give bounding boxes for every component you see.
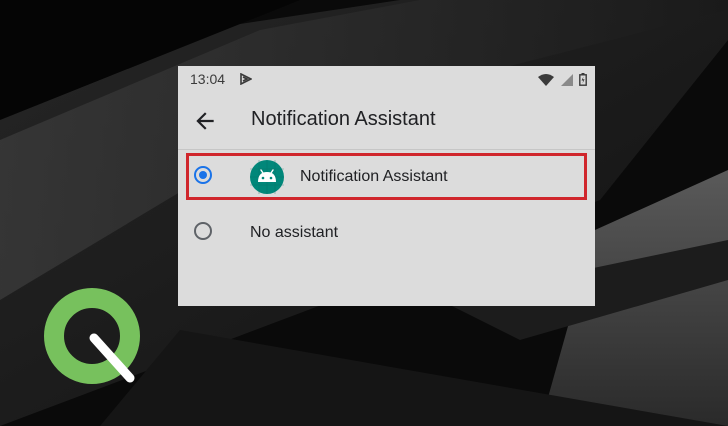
option-label: No assistant	[250, 224, 339, 241]
status-time: 13:04	[190, 71, 226, 87]
settings-screen: 13:04 Notification Assistant Notificatio…	[178, 66, 595, 306]
play-store-icon	[240, 72, 253, 90]
divider	[178, 149, 595, 150]
battery-icon	[579, 73, 587, 87]
arrow-back-icon	[196, 112, 214, 130]
android-icon	[250, 160, 284, 194]
page-title: Notification Assistant	[251, 108, 436, 130]
app-bar: Notification Assistant	[178, 96, 595, 144]
status-bar: 13:04	[178, 66, 595, 90]
status-icons	[536, 71, 587, 89]
back-button[interactable]	[192, 108, 218, 134]
android-q-logo	[44, 288, 140, 384]
cell-signal-icon	[560, 73, 573, 86]
option-no-assistant[interactable]: No assistant	[178, 207, 595, 259]
wifi-icon	[538, 73, 555, 86]
option-notification-assistant[interactable]: Notification Assistant	[178, 151, 595, 203]
radio-button-unselected[interactable]	[194, 222, 212, 240]
radio-button-selected[interactable]	[194, 166, 212, 184]
option-label: Notification Assistant	[300, 168, 448, 185]
